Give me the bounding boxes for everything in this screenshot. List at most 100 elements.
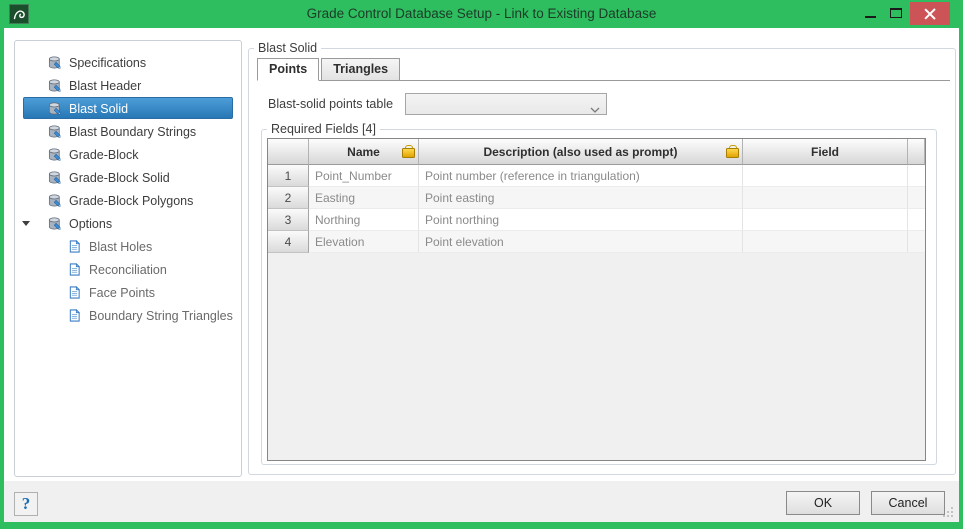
table-header-row: Name Description (also used as prompt) F… (268, 139, 925, 165)
sidebar-item[interactable]: Options (15, 212, 241, 235)
chevron-down-icon (590, 102, 600, 116)
sidebar-item[interactable]: Blast Holes (15, 235, 241, 258)
close-icon (924, 8, 936, 20)
sidebar-item-label: Grade-Block (69, 147, 139, 162)
sidebar-item-label: Specifications (69, 55, 147, 70)
required-fields-table: Name Description (also used as prompt) F… (267, 138, 926, 461)
sidebar-item[interactable]: Blast Solid (15, 97, 241, 120)
sidebar-tree: Specifications Blast Header Blast Solid … (14, 40, 242, 477)
row-number-cell[interactable]: 3 (268, 209, 309, 231)
tab[interactable]: Points (257, 58, 320, 81)
row-number-cell[interactable]: 4 (268, 231, 309, 253)
table-row: 4 Elevation Point elevation (268, 231, 925, 253)
name-cell[interactable]: Easting (309, 187, 419, 209)
sidebar-item[interactable]: Reconciliation (15, 258, 241, 281)
field-cell[interactable] (743, 165, 908, 187)
tab[interactable]: Triangles (321, 58, 401, 80)
sidebar-item-label: Blast Holes (89, 239, 153, 254)
database-icon (47, 170, 62, 185)
name-cell[interactable]: Elevation (309, 231, 419, 253)
tab-label: Points (269, 62, 308, 76)
description-cell[interactable]: Point elevation (419, 231, 743, 253)
sidebar-item[interactable]: Specifications (15, 51, 241, 74)
chevron-expanded-icon[interactable] (22, 221, 30, 226)
tabstrip: Points Triangles (257, 58, 950, 81)
database-icon (47, 78, 62, 93)
dialog-content: Specifications Blast Header Blast Solid … (4, 28, 959, 522)
maximize-icon (890, 8, 902, 18)
field-cell[interactable] (743, 209, 908, 231)
name-cell[interactable]: Northing (309, 209, 419, 231)
field-cell[interactable] (743, 231, 908, 253)
sidebar-item[interactable]: Blast Header (15, 74, 241, 97)
maximize-button[interactable] (884, 0, 908, 26)
sidebar-item[interactable]: Blast Boundary Strings (15, 120, 241, 143)
lock-icon (402, 145, 415, 158)
close-button[interactable] (910, 2, 950, 25)
table-row: 2 Easting Point easting (268, 187, 925, 209)
sidebar-item-label: Face Points (89, 285, 156, 300)
table-row: 3 Northing Point northing (268, 209, 925, 231)
row-number-cell[interactable]: 2 (268, 187, 309, 209)
window-title: Grade Control Database Setup - Link to E… (306, 6, 657, 21)
cancel-button[interactable]: Cancel (871, 491, 945, 515)
sidebar-item-label: Boundary String Triangles (89, 308, 233, 323)
database-icon (47, 55, 62, 70)
sidebar-item-label: Reconciliation (89, 262, 167, 277)
blast-solid-group: Blast Solid Points Triangles Blast-solid… (248, 41, 956, 475)
filler-cell (908, 209, 925, 231)
column-header[interactable]: Name (309, 139, 419, 165)
required-fields-group-label: Required Fields [4] (267, 122, 380, 137)
blast-solid-group-label: Blast Solid (254, 41, 322, 56)
database-icon (47, 147, 62, 162)
filler-cell (908, 187, 925, 209)
description-cell[interactable]: Point easting (419, 187, 743, 209)
sidebar-item[interactable]: Grade-Block Solid (15, 166, 241, 189)
sidebar-item-label: Options (69, 216, 113, 231)
sidebar-item[interactable]: Grade-Block Polygons (15, 189, 241, 212)
column-header-label: Description (also used as prompt) (483, 144, 678, 159)
points-table-label: Blast-solid points table (268, 97, 394, 111)
resize-grip[interactable] (940, 504, 953, 517)
column-header[interactable]: Description (also used as prompt) (419, 139, 743, 165)
titlebar[interactable]: Grade Control Database Setup - Link to E… (0, 0, 963, 28)
name-cell[interactable]: Point_Number (309, 165, 419, 187)
database-icon (47, 216, 62, 231)
column-header[interactable]: Field (743, 139, 908, 165)
column-header-label: Field (810, 144, 839, 159)
sidebar-item-label: Blast Header (69, 78, 142, 93)
dialog-window: Grade Control Database Setup - Link to E… (0, 0, 963, 529)
lock-icon (726, 145, 739, 158)
document-icon (67, 285, 82, 300)
sidebar-item[interactable]: Boundary String Triangles (15, 304, 241, 327)
column-header[interactable] (908, 139, 925, 165)
database-icon (47, 193, 62, 208)
field-cell[interactable] (743, 187, 908, 209)
table-empty-area (268, 253, 925, 460)
row-number-cell[interactable]: 1 (268, 165, 309, 187)
required-fields-group: Required Fields [4] Name Description (al… (261, 122, 937, 465)
filler-cell (908, 165, 925, 187)
footer-bar: ? OK Cancel (4, 481, 959, 522)
document-icon (67, 308, 82, 323)
sidebar-item-label: Grade-Block Polygons (69, 193, 194, 208)
sidebar-item-label: Blast Solid (69, 101, 129, 116)
description-cell[interactable]: Point northing (419, 209, 743, 231)
description-cell[interactable]: Point number (reference in triangulation… (419, 165, 743, 187)
database-icon (47, 101, 62, 116)
document-icon (67, 262, 82, 277)
help-button[interactable]: ? (14, 492, 38, 516)
minimize-icon (865, 16, 876, 18)
filler-cell (908, 231, 925, 253)
column-header-label: Name (347, 144, 380, 159)
points-table-select[interactable] (405, 93, 607, 115)
database-icon (47, 124, 62, 139)
table-row: 1 Point_Number Point number (reference i… (268, 165, 925, 187)
sidebar-item[interactable]: Grade-Block (15, 143, 241, 166)
minimize-button[interactable] (858, 0, 882, 26)
tab-label: Triangles (333, 62, 389, 76)
sidebar-item[interactable]: Face Points (15, 281, 241, 304)
ok-button[interactable]: OK (786, 491, 860, 515)
column-header[interactable] (268, 139, 309, 165)
sidebar-item-label: Blast Boundary Strings (69, 124, 197, 139)
